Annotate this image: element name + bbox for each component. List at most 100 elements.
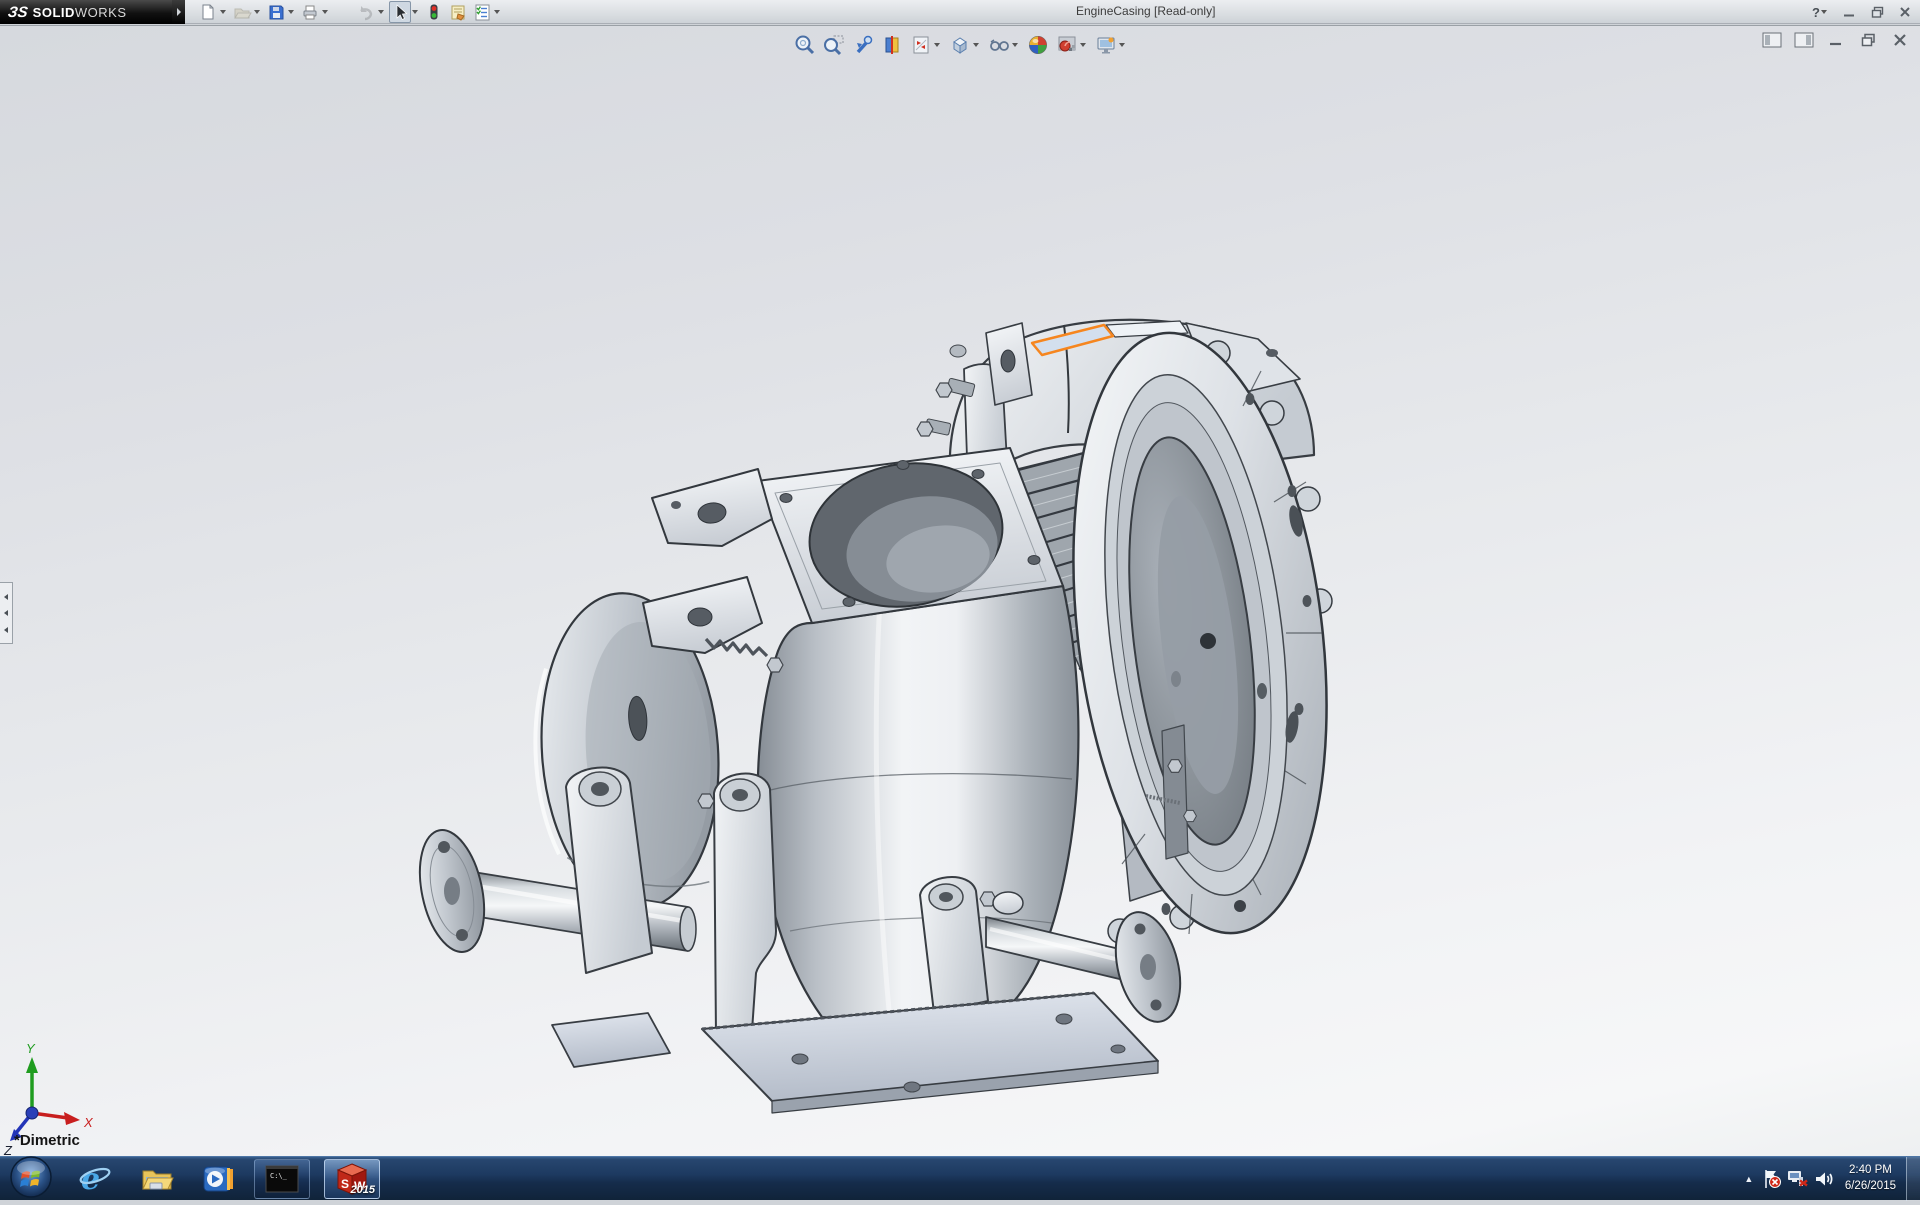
main-toolbar bbox=[196, 1, 504, 23]
toolbar-item-select[interactable] bbox=[388, 1, 422, 23]
model-geometry[interactable]: Y X Z bbox=[3, 318, 1358, 1157]
minimize-button[interactable] bbox=[1840, 4, 1858, 20]
help-caret[interactable] bbox=[1821, 10, 1827, 14]
section-view-icon bbox=[879, 33, 904, 58]
volume-icon[interactable] bbox=[1811, 1166, 1837, 1192]
taskbar-media-player[interactable] bbox=[198, 1158, 240, 1200]
tray-expand-icon: ▲ bbox=[1744, 1174, 1753, 1184]
edit-appearance-icon bbox=[1025, 33, 1050, 58]
previous-view-icon bbox=[850, 33, 875, 58]
clock-date: 6/26/2015 bbox=[1845, 1179, 1896, 1195]
hide-show-items-icon bbox=[986, 33, 1011, 58]
document-restore-button[interactable] bbox=[1858, 31, 1878, 49]
taskbar-clock[interactable]: 2:40 PM 6/26/2015 bbox=[1845, 1163, 1896, 1194]
undo-icon[interactable] bbox=[355, 1, 377, 23]
engine-casing-model[interactable]: Y X Z bbox=[0, 26, 1920, 1157]
previous-view-button[interactable] bbox=[848, 33, 877, 58]
rebuild-traffic-light-icon[interactable] bbox=[423, 1, 445, 23]
toolbar-item-rebuild[interactable] bbox=[422, 1, 446, 23]
help-button[interactable]: ? bbox=[1812, 5, 1830, 20]
brand-works: WORKS bbox=[75, 5, 127, 20]
tray-expand-button[interactable]: ▲ bbox=[1739, 1174, 1759, 1184]
action-center-icon[interactable] bbox=[1759, 1166, 1785, 1192]
open-document-caret[interactable] bbox=[254, 10, 260, 14]
close-button[interactable] bbox=[1896, 4, 1914, 20]
window-title: EngineCasing [Read-only] bbox=[1076, 4, 1215, 18]
sw-2015-badge: 2015 bbox=[351, 1184, 375, 1196]
brand-solid: SOLID bbox=[33, 5, 75, 20]
system-tray: ▲ 2:40 PM bbox=[1739, 1157, 1920, 1201]
options-caret[interactable] bbox=[494, 10, 500, 14]
print-caret[interactable] bbox=[322, 10, 328, 14]
document-minimize-button[interactable] bbox=[1826, 31, 1846, 49]
zoom-to-area-button[interactable] bbox=[819, 33, 848, 58]
toolbar-item-save[interactable] bbox=[264, 1, 298, 23]
options-icon[interactable] bbox=[471, 1, 493, 23]
taskbar-internet-explorer[interactable]: e bbox=[74, 1158, 116, 1200]
toolbar-item-options[interactable] bbox=[470, 1, 504, 23]
toolbar-item-print[interactable] bbox=[298, 1, 332, 23]
toolbar-item-new[interactable] bbox=[196, 1, 230, 23]
taskbar-windows-explorer[interactable] bbox=[136, 1158, 178, 1200]
view-settings-button[interactable] bbox=[1091, 33, 1130, 58]
undo-caret[interactable] bbox=[378, 10, 384, 14]
file-properties-icon[interactable] bbox=[447, 1, 469, 23]
sw-letter-s: S bbox=[341, 1177, 349, 1191]
save-caret[interactable] bbox=[288, 10, 294, 14]
solidworks-logo: ЗS SOLIDWORKS bbox=[0, 0, 172, 24]
clock-time: 2:40 PM bbox=[1845, 1163, 1896, 1179]
feature-pane-right-button[interactable] bbox=[1794, 31, 1814, 49]
dome-nut bbox=[993, 892, 1023, 914]
view-settings-caret[interactable] bbox=[1119, 43, 1125, 47]
new-document-caret[interactable] bbox=[220, 10, 226, 14]
taskbar-solidworks-2015[interactable]: S W 2015 bbox=[324, 1159, 380, 1199]
collapse-arrow-icon bbox=[4, 594, 8, 600]
command-prompt-icon-label: C:\_ bbox=[270, 1172, 287, 1180]
title-bar: ЗS SOLIDWORKS bbox=[0, 0, 1920, 24]
view-orientation-button[interactable] bbox=[906, 33, 945, 58]
heads-up-toolbar bbox=[790, 31, 1130, 59]
collapse-arrow-icon bbox=[4, 610, 8, 616]
show-desktop-button[interactable] bbox=[1906, 1157, 1920, 1201]
hide-show-items-caret[interactable] bbox=[1012, 43, 1018, 47]
document-window-controls bbox=[1762, 31, 1910, 49]
network-status-icon[interactable] bbox=[1785, 1166, 1811, 1192]
select-cursor-icon[interactable] bbox=[389, 1, 411, 23]
menu-flyout-arrow[interactable] bbox=[172, 0, 185, 24]
print-icon[interactable] bbox=[299, 1, 321, 23]
feature-pane-left-button[interactable] bbox=[1762, 31, 1782, 49]
graphics-viewport[interactable]: Y X Z bbox=[0, 25, 1920, 1156]
taskbar-command-prompt[interactable]: C:\_ bbox=[254, 1159, 310, 1199]
hide-show-items-button[interactable] bbox=[984, 33, 1023, 58]
save-icon[interactable] bbox=[265, 1, 287, 23]
ie-e-glyph: e bbox=[81, 1162, 100, 1197]
zoom-to-fit-icon bbox=[792, 33, 817, 58]
view-orientation-icon bbox=[908, 33, 933, 58]
3ds-logo-icon: ЗS bbox=[7, 4, 29, 21]
display-style-button[interactable] bbox=[945, 33, 984, 58]
edit-appearance-button[interactable] bbox=[1023, 33, 1052, 58]
toolbar-item-file-properties[interactable] bbox=[446, 1, 470, 23]
document-close-button[interactable] bbox=[1890, 31, 1910, 49]
apply-scene-button[interactable] bbox=[1052, 33, 1091, 58]
toolbar-item-undo[interactable] bbox=[354, 1, 388, 23]
toolbar-item-open[interactable] bbox=[230, 1, 264, 23]
windows-taskbar: e C:\_ S bbox=[0, 1156, 1920, 1200]
start-button[interactable] bbox=[8, 1154, 54, 1200]
display-style-caret[interactable] bbox=[973, 43, 979, 47]
apply-scene-caret[interactable] bbox=[1080, 43, 1086, 47]
select-caret[interactable] bbox=[412, 10, 418, 14]
display-style-icon bbox=[947, 33, 972, 58]
restore-button[interactable] bbox=[1868, 4, 1886, 20]
window-controls: ? bbox=[1812, 0, 1914, 24]
section-view-button[interactable] bbox=[877, 33, 906, 58]
new-document-icon[interactable] bbox=[197, 1, 219, 23]
zoom-to-area-icon bbox=[821, 33, 846, 58]
open-document-icon[interactable] bbox=[231, 1, 253, 23]
view-orientation-label: *Dimetric bbox=[14, 1132, 80, 1149]
zoom-to-fit-button[interactable] bbox=[790, 33, 819, 58]
feature-manager-collapse-tab[interactable] bbox=[0, 582, 13, 644]
triad-x-label: X bbox=[83, 1115, 94, 1130]
view-settings-icon bbox=[1093, 33, 1118, 58]
view-orientation-caret[interactable] bbox=[934, 43, 940, 47]
